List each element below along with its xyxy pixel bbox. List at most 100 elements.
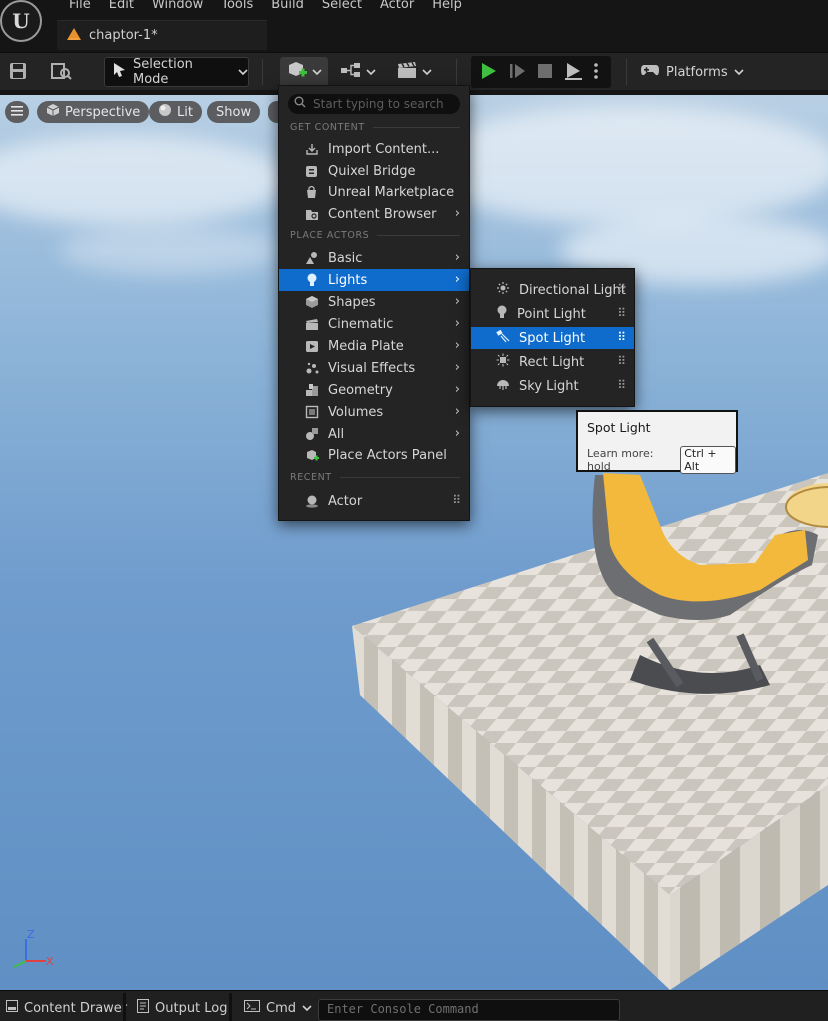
bridge-icon (304, 164, 319, 179)
toolbar-divider (626, 59, 627, 85)
rect-light-icon (496, 353, 510, 371)
drag-handle-icon[interactable]: ⠿ (617, 378, 626, 392)
menu-item-basic[interactable]: Basic › (279, 247, 469, 269)
sphere-icon (158, 103, 172, 121)
drag-handle-icon[interactable]: ⠿ (617, 354, 626, 368)
section-get-content: GET CONTENT (290, 122, 460, 133)
gamepad-icon (640, 62, 660, 82)
menu-select[interactable]: Select (313, 0, 371, 15)
media-plate-icon (304, 339, 319, 354)
submenu-item-directional-light[interactable]: Directional Light ⠿ (471, 279, 634, 301)
console-command-input[interactable]: Enter Console Command (318, 999, 620, 1021)
platforms-label: Platforms (666, 64, 728, 80)
drag-handle-icon[interactable]: ⠿ (452, 493, 461, 507)
axis-x-label: X (46, 955, 54, 968)
menu-actor[interactable]: Actor (371, 0, 423, 15)
actor-icon (304, 494, 319, 509)
submenu-item-sky-light[interactable]: Sky Light ⠿ (471, 375, 634, 397)
lights-submenu: Directional Light ⠿ Point Light ⠿ Spot L… (470, 268, 635, 407)
menu-build[interactable]: Build (262, 0, 313, 15)
show-button[interactable]: Show (207, 101, 261, 123)
tooltip-title: Spot Light (587, 420, 651, 435)
status-bar: Content Drawer Output Log Cmd Enter Cons… (0, 990, 828, 1021)
menu-item-unreal-marketplace[interactable]: Unreal Marketplace (279, 181, 469, 203)
search-input[interactable] (313, 97, 453, 111)
cube-icon (46, 103, 60, 121)
tooltip-shortcut: Ctrl + Alt (680, 446, 736, 474)
lit-button[interactable]: Lit (149, 101, 202, 123)
menu-item-content-browser[interactable]: Content Browser › (279, 203, 469, 225)
menu-item-geometry[interactable]: Geometry › (279, 379, 469, 401)
particles-icon (304, 361, 319, 376)
tooltip-learn-more: Learn more: hold Ctrl + Alt (587, 446, 736, 474)
submenu-item-point-light[interactable]: Point Light ⠿ (471, 303, 634, 325)
save-icon[interactable] (8, 61, 30, 83)
eject-icon[interactable] (563, 61, 585, 83)
platforms-dropdown[interactable]: Platforms (640, 57, 744, 87)
terminal-icon (244, 1000, 260, 1016)
menu-item-cinematic[interactable]: Cinematic › (279, 313, 469, 335)
volume-icon (304, 405, 319, 420)
cmd-dropdown[interactable]: Cmd (244, 995, 312, 1021)
drag-handle-icon[interactable]: ⠿ (617, 306, 626, 320)
show-label: Show (216, 104, 252, 120)
chevron-right-icon: › (454, 250, 460, 265)
cursor-icon (113, 62, 127, 82)
stop-icon[interactable] (535, 61, 557, 83)
marketplace-icon (304, 185, 319, 200)
hamburger-icon (11, 105, 23, 120)
submenu-item-rect-light[interactable]: Rect Light ⠿ (471, 351, 634, 373)
section-place-actors: PLACE ACTORS (290, 230, 460, 241)
submenu-item-spot-light[interactable]: Spot Light ⠿ (471, 327, 634, 349)
menu-window[interactable]: Window (143, 0, 212, 15)
menu-item-volumes[interactable]: Volumes › (279, 401, 469, 423)
menu-item-media-plate[interactable]: Media Plate › (279, 335, 469, 357)
selection-mode-dropdown[interactable]: Selection Mode (104, 57, 249, 87)
chevron-right-icon: › (454, 316, 460, 331)
output-log-button[interactable]: Output Log (137, 995, 228, 1021)
perspective-button[interactable]: Perspective (37, 101, 150, 123)
chevron-down-icon (238, 65, 248, 80)
level-tab-label: chaptor-1* (89, 28, 158, 43)
clapperboard-icon (304, 317, 319, 332)
play-controls (471, 56, 611, 88)
menu-item-lights[interactable]: Lights › (279, 269, 469, 291)
main-menu-bar: File Edit Window Tools Build Select Acto… (60, 0, 471, 15)
menu-help[interactable]: Help (423, 0, 471, 15)
chevron-down-icon (302, 1001, 312, 1016)
viewport-options-button[interactable] (5, 101, 29, 123)
drag-handle-icon[interactable]: ⠿ (617, 282, 626, 296)
menu-item-actor[interactable]: Actor ⠿ (279, 490, 469, 512)
drag-handle-icon[interactable]: ⠿ (617, 330, 626, 344)
menu-item-visual-effects[interactable]: Visual Effects › (279, 357, 469, 379)
menu-item-quixel-bridge[interactable]: Quixel Bridge (279, 160, 469, 182)
menu-file[interactable]: File (60, 0, 100, 15)
menu-item-import-content[interactable]: Import Content... (279, 138, 469, 160)
level-tab[interactable]: chaptor-1* (57, 20, 267, 50)
play-icon[interactable] (478, 61, 500, 83)
menu-tools[interactable]: Tools (212, 0, 262, 15)
content-drawer-button[interactable]: Content Drawer (6, 995, 127, 1021)
chevron-down-icon (366, 65, 376, 80)
cinematics-button[interactable] (390, 57, 438, 87)
menu-item-all[interactable]: All › (279, 423, 469, 445)
add-actor-icon (286, 59, 308, 85)
spot-light-tooltip: Spot Light Learn more: hold Ctrl + Alt (576, 410, 738, 474)
sun-icon (496, 281, 510, 299)
menu-edit[interactable]: Edit (100, 0, 143, 15)
menu-search[interactable] (288, 94, 460, 114)
tooltip-learn-more-text: Learn more: hold (587, 447, 654, 473)
add-actor-button[interactable] (280, 57, 328, 87)
blueprint-button[interactable] (334, 57, 382, 87)
drawer-icon (6, 1000, 18, 1016)
more-options-icon[interactable] (591, 61, 613, 83)
menu-item-shapes[interactable]: Shapes › (279, 291, 469, 313)
place-actors-icon (304, 448, 319, 463)
menu-item-place-actors-panel[interactable]: Place Actors Panel (279, 444, 469, 466)
unreal-logo-icon[interactable]: U (0, 0, 42, 42)
browse-icon[interactable] (50, 61, 72, 83)
perspective-label: Perspective (65, 104, 141, 120)
step-forward-icon[interactable] (507, 61, 529, 83)
sky-light-icon (496, 377, 510, 395)
import-icon (304, 142, 319, 157)
